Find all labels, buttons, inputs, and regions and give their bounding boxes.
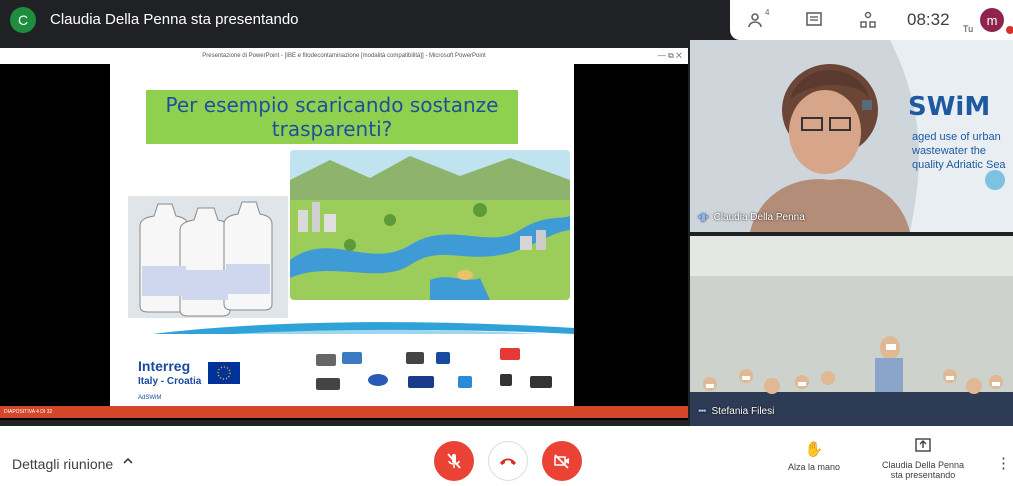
partner-logo-11 [530, 376, 552, 388]
powerpoint-window-title: Presentazione di PowerPoint - [IBE e fit… [202, 53, 486, 59]
chevron-up-icon[interactable] [122, 455, 134, 469]
slide-title: Per esempio scaricando sostanze traspare… [146, 90, 518, 144]
camera-off-icon [554, 454, 569, 469]
hand-icon: ✋ [804, 441, 824, 458]
partner-logo-6 [316, 378, 340, 390]
raise-hand-button[interactable]: ✋ Alza la mano [782, 440, 846, 472]
camera-off-button[interactable] [542, 441, 582, 481]
self-label: Tu [963, 24, 974, 34]
partner-logo-7 [368, 374, 388, 386]
participants-icon[interactable]: 4 [746, 8, 770, 32]
eu-flag-icon [208, 362, 240, 384]
presenting-label-line1: Claudia Della Penna [881, 460, 965, 470]
video-feed-stefania [690, 236, 1013, 426]
participant-tile-stefania: ••• Stefania Filesi [690, 236, 1013, 426]
partner-logo-5 [500, 348, 520, 360]
bottom-bar: Dettagli riunione ✋ Alza la mano Claudia… [0, 426, 1013, 486]
activities-icon[interactable] [856, 8, 880, 32]
participant-name: Claudia Della Penna [713, 212, 805, 223]
meeting-details-button[interactable]: Dettagli riunione [12, 456, 113, 472]
chat-icon[interactable] [802, 8, 826, 32]
participant-name: Stefania Filesi [711, 406, 775, 417]
presentation-title: Claudia Della Penna sta presentando [50, 11, 299, 28]
mic-off-button[interactable] [434, 441, 474, 481]
more-options-icon[interactable]: ⋮ [996, 454, 1011, 472]
leave-call-button[interactable] [488, 441, 528, 481]
powerpoint-statusbar: DIAPOSITIVA 4 DI 32 [0, 406, 688, 418]
interreg-logo: Interreg Italy - Croatia AdSWiM [138, 358, 202, 401]
partner-logo-4 [436, 352, 450, 364]
powerpoint-titlebar: Presentazione di PowerPoint - [IBE e fit… [0, 48, 688, 64]
top-right-panel: 4 [730, 0, 1013, 40]
participant-tile-claudia: SWiM aged use of urban wastewater the qu… [690, 40, 1013, 232]
bottles-illustration [128, 196, 288, 318]
participants-count: 4 [765, 8, 770, 17]
partner-logo-1 [316, 354, 336, 366]
self-avatar[interactable]: m [980, 8, 1004, 32]
partner-logo-8 [408, 376, 434, 388]
clock: 08:32 [907, 10, 950, 29]
audio-level-icon: ▪▮▪ [698, 212, 709, 223]
partner-logo-3 [406, 352, 424, 364]
partner-logo-10 [500, 374, 512, 386]
landscape-illustration [290, 150, 570, 300]
slide-footer: Interreg Italy - Croatia AdSWiM [110, 334, 574, 407]
mic-off-icon [447, 453, 461, 469]
banner-subtitle: aged use of urban wastewater the quality… [912, 131, 1006, 171]
hang-up-icon [500, 458, 516, 465]
powerpoint-window-buttons: — ⧉ ✕ [657, 51, 682, 60]
presenting-label-line2: sta presentando [890, 470, 956, 480]
partner-logo-9 [458, 376, 472, 388]
present-screen-icon [870, 438, 976, 456]
notification-dot [1006, 26, 1013, 34]
raise-hand-label: Alza la mano [787, 462, 841, 472]
banner-logo-text: SWiM [908, 92, 991, 122]
presenting-button[interactable]: Claudia Della Penna sta presentando [870, 438, 976, 480]
slide: Per esempio scaricando sostanze traspare… [110, 64, 574, 407]
partner-logo-2 [342, 352, 362, 364]
presenter-avatar: C [10, 7, 36, 33]
more-dots-icon: ••• [698, 406, 706, 417]
presentation-area: Presentazione di PowerPoint - [IBE e fit… [0, 48, 688, 420]
